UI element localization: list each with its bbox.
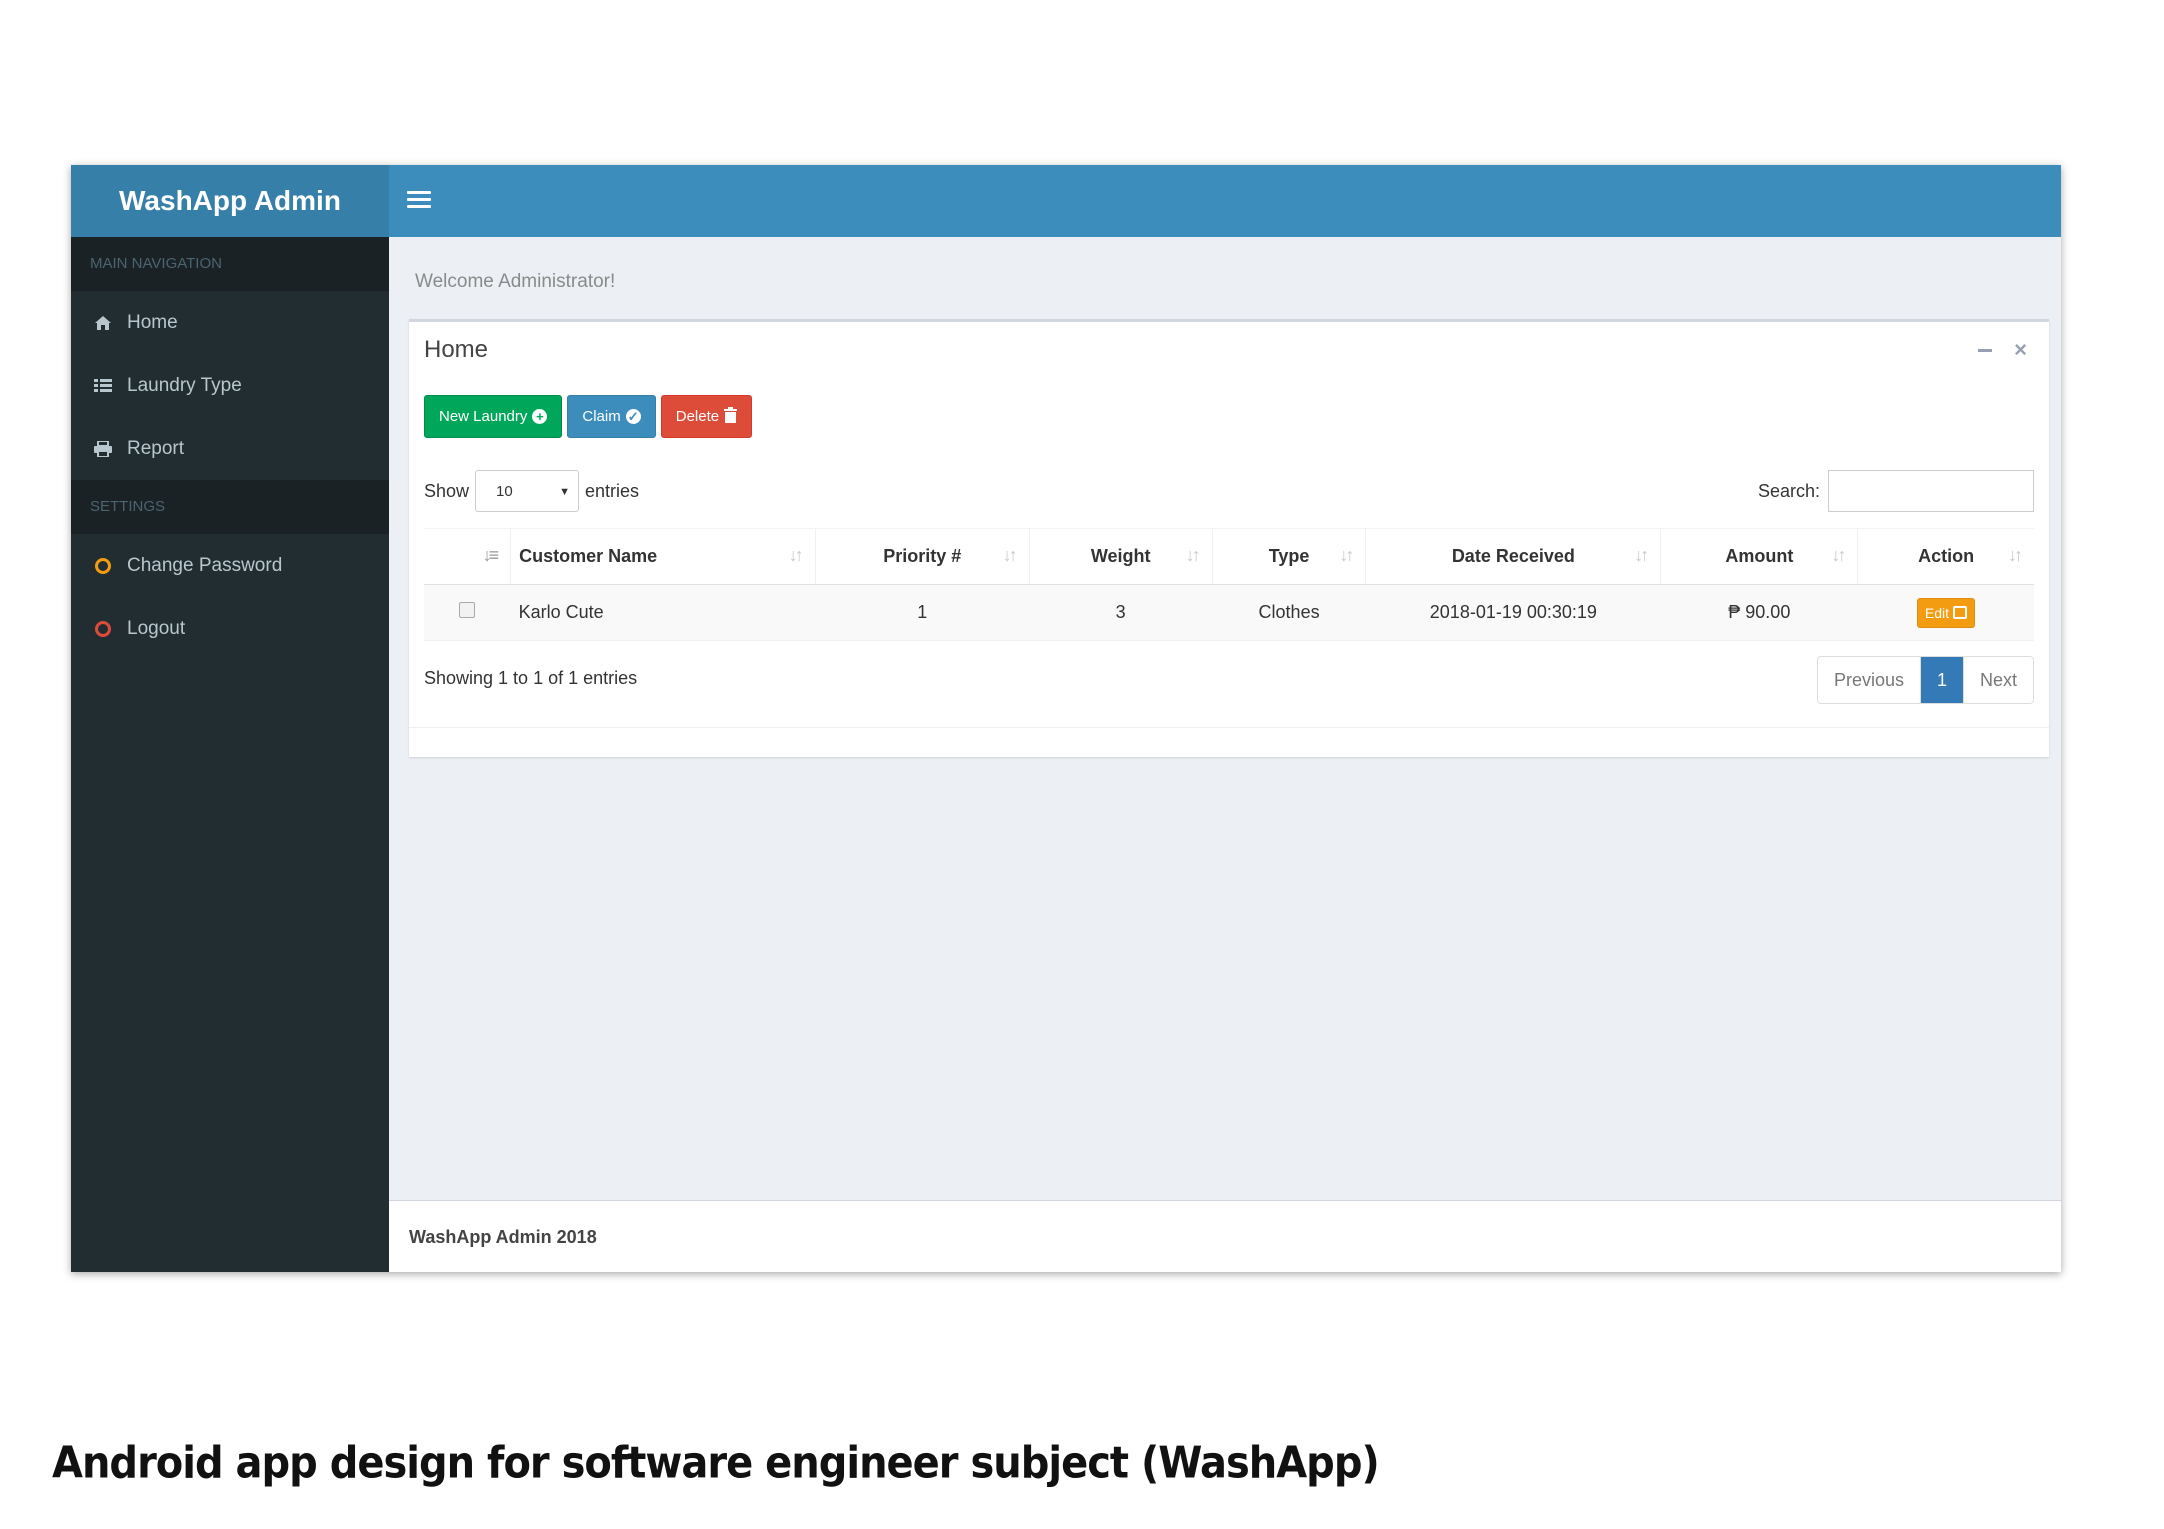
table-row: Karlo Cute 1 3 Clothes 2018-01-19 00:30:… [424, 584, 2034, 641]
show-label: Show [424, 480, 470, 501]
edit-button[interactable]: Edit [1916, 597, 1975, 628]
sort-icon: ↓↑ [1634, 545, 1649, 565]
search-control: Search: [1758, 470, 2034, 512]
row-checkbox[interactable] [459, 602, 476, 618]
column-header-action[interactable]: Action ↓↑ [1857, 528, 2034, 585]
box-title: Home [424, 336, 489, 363]
column-label: Customer Name [519, 546, 658, 566]
home-icon [93, 315, 113, 331]
column-header-weight[interactable]: Weight ↓↑ [1028, 528, 1213, 585]
sort-icon: ↓↑ [1831, 545, 1846, 565]
page-footer: WashApp Admin 2018 [389, 1200, 2061, 1272]
cell-priority: 1 [815, 584, 1030, 641]
column-header-customer[interactable]: Customer Name ↓↑ [510, 528, 816, 585]
home-box: Home × New Laundry + Claim ✓ Delete Show… [409, 319, 2049, 757]
select-column-header[interactable]: ↓≡ [424, 528, 511, 585]
sort-icon: ↓↑ [1339, 545, 1354, 565]
row-select-cell [424, 584, 511, 641]
sidebar-item-change-password[interactable]: Change Password [71, 534, 389, 597]
cell-action: Edit [1857, 584, 2034, 641]
search-input[interactable] [1828, 470, 2034, 512]
main-content: Welcome Administrator! Home × New Laundr… [389, 237, 2061, 1200]
close-icon[interactable]: × [2014, 339, 2027, 361]
cell-amount: ₱ 90.00 [1660, 584, 1858, 641]
box-tools: × [1978, 339, 2027, 361]
box-footer [409, 727, 2049, 757]
column-label: Type [1268, 546, 1310, 566]
column-label: Weight [1090, 546, 1151, 566]
sort-icon: ↓↑ [1185, 545, 1201, 565]
circle-icon [95, 557, 111, 574]
slide-caption: Android app design for software engineer… [52, 1437, 1380, 1489]
claim-button[interactable]: Claim ✓ [567, 395, 656, 438]
circle-icon [95, 620, 111, 637]
sidebar-item-label: Home [127, 311, 178, 333]
sidebar-item-logout[interactable]: Logout [71, 597, 389, 660]
new-laundry-label: New Laundry [439, 408, 528, 425]
check-circle-icon: ✓ [625, 409, 641, 424]
action-buttons: New Laundry + Claim ✓ Delete [424, 395, 753, 438]
welcome-message: Welcome Administrator! [415, 271, 616, 292]
entries-length-control: Show 10 ▼ entries [424, 470, 639, 512]
sidebar-item-report[interactable]: Report [71, 417, 389, 480]
column-label: Amount [1725, 546, 1794, 566]
new-laundry-button[interactable]: New Laundry + [424, 395, 563, 438]
edit-icon [1952, 606, 1967, 619]
trash-icon [724, 406, 738, 427]
previous-page-button[interactable]: Previous [1818, 657, 1920, 703]
search-label: Search: [1757, 480, 1820, 501]
sidebar-item-home[interactable]: Home [71, 291, 389, 354]
claim-label: Claim [582, 408, 621, 425]
minimize-icon[interactable] [1978, 348, 1993, 352]
app-window: WashApp Admin MAIN NAVIGATION Home Laund… [71, 165, 2061, 1272]
plus-circle-icon: + [532, 409, 548, 424]
column-header-type[interactable]: Type ↓↑ [1211, 528, 1366, 585]
delete-label: Delete [675, 408, 720, 425]
table-info: Showing 1 to 1 of 1 entries [424, 668, 638, 688]
top-header: WashApp Admin [71, 165, 2061, 237]
column-label: Priority # [883, 546, 962, 566]
menu-toggle-icon[interactable] [407, 187, 431, 215]
column-header-date[interactable]: Date Received ↓↑ [1365, 528, 1661, 585]
column-header-priority[interactable]: Priority # ↓↑ [814, 528, 1030, 585]
delete-button[interactable]: Delete [660, 395, 753, 438]
app-logo[interactable]: WashApp Admin [71, 165, 389, 237]
sort-icon: ↓↑ [2008, 545, 2023, 565]
column-header-amount[interactable]: Amount ↓↑ [1660, 528, 1858, 585]
nav-section-settings: SETTINGS [71, 480, 389, 534]
sort-icon: ↓↑ [788, 545, 804, 565]
table-header-row: ↓≡ Customer Name ↓↑ Priority # ↓↑ Weight [424, 528, 2034, 585]
list-icon [93, 378, 113, 394]
laundry-table: ↓≡ Customer Name ↓↑ Priority # ↓↑ Weight [424, 528, 2034, 641]
column-label: Date Received [1451, 546, 1575, 566]
cell-date: 2018-01-19 00:30:19 [1365, 584, 1661, 641]
sort-asc-icon: ↓≡ [482, 545, 499, 565]
entries-value: 10 [496, 483, 513, 500]
cell-customer: Karlo Cute [510, 584, 816, 641]
entries-label: entries [585, 480, 640, 501]
next-page-button[interactable]: Next [1962, 657, 2033, 703]
column-label: Action [1918, 546, 1975, 566]
print-icon [93, 440, 113, 457]
sidebar-item-label: Report [127, 437, 185, 459]
cell-type: Clothes [1212, 584, 1366, 641]
cell-weight: 3 [1029, 584, 1213, 641]
sidebar-item-label: Change Password [127, 554, 283, 576]
nav-section-main: MAIN NAVIGATION [71, 237, 389, 291]
sidebar-item-label: Logout [127, 617, 186, 639]
sidebar-item-laundry-type[interactable]: Laundry Type [71, 354, 389, 417]
sort-icon: ↓↑ [1002, 545, 1018, 565]
sidebar-item-label: Laundry Type [127, 374, 242, 396]
pagination: Previous 1 Next [1816, 656, 2034, 704]
sidebar: MAIN NAVIGATION Home Laundry Type Report… [71, 237, 389, 1272]
edit-label: Edit [1924, 604, 1949, 621]
caret-down-icon: ▼ [559, 486, 571, 498]
page-1-button[interactable]: 1 [1919, 657, 1963, 703]
entries-select[interactable]: 10 ▼ [475, 470, 580, 512]
